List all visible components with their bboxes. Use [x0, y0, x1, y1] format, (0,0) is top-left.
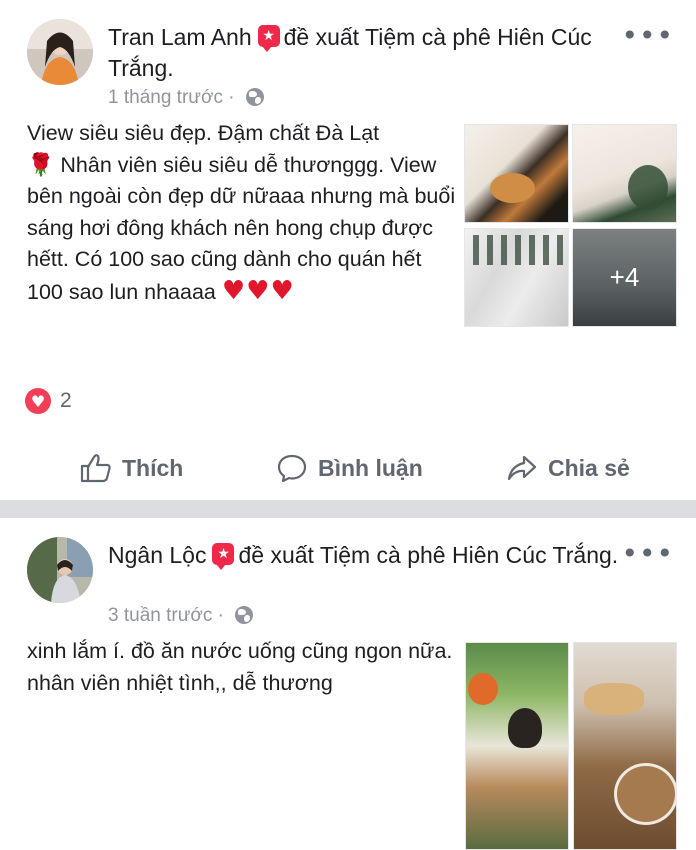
globe-icon: [245, 88, 264, 106]
author-name[interactable]: Tran Lam Anh: [108, 24, 252, 50]
comment-button[interactable]: Bình luận: [276, 446, 423, 490]
meta-separator: ·: [217, 605, 224, 626]
review-post-1: Tran Lam Anhđề xuất Tiệm cà phê Hiên Cúc…: [0, 0, 696, 500]
more-options-button[interactable]: •••: [621, 22, 674, 50]
heart-reaction-icon: [25, 388, 51, 414]
post-meta: 3 tuần trước ·: [108, 604, 254, 628]
recommend-badge-icon: [257, 25, 280, 52]
post-header: Tran Lam Anhđề xuất Tiệm cà phê Hiên Cúc…: [108, 22, 638, 84]
comment-bubble-icon: [277, 454, 307, 483]
post-actions: Thích Bình luận Chia sẻ: [0, 446, 696, 490]
post-time[interactable]: 1 tháng trước: [108, 87, 223, 108]
hearts-emoji: ♥♥♥: [221, 275, 295, 306]
post-meta: 1 tháng trước ·: [108, 86, 264, 110]
reactions-summary[interactable]: 2: [25, 388, 72, 414]
photo-thumbnail[interactable]: [465, 642, 569, 850]
post-divider: [0, 500, 696, 518]
review-text-part-1: View siêu siêu đẹp. Đậm chất Đà Lạt: [27, 121, 380, 145]
photo-thumbnail[interactable]: [573, 642, 677, 850]
rose-emoji: 🌹: [27, 152, 55, 178]
photo-grid: [465, 642, 677, 850]
photo-grid: +4: [464, 124, 677, 327]
author-name[interactable]: Ngân Lộc: [108, 542, 206, 568]
avatar[interactable]: [27, 537, 93, 603]
comment-label: Bình luận: [318, 454, 423, 481]
avatar[interactable]: [27, 19, 93, 85]
like-button[interactable]: Thích: [80, 446, 183, 490]
review-post-2: Ngân Lộc đề xuất Tiệm cà phê Hiên Cúc Trắ…: [0, 518, 696, 850]
review-text: View siêu siêu đẹp. Đậm chất Đà Lạt 🌹 Nh…: [27, 118, 457, 308]
recommend-badge-icon: [212, 543, 235, 570]
share-arrow-icon: [507, 455, 537, 481]
meta-separator: ·: [228, 87, 235, 108]
more-options-button[interactable]: •••: [621, 540, 674, 568]
thumbs-up-icon: [80, 454, 111, 483]
more-photos-count[interactable]: +4: [572, 228, 677, 327]
post-time[interactable]: 3 tuần trước: [108, 605, 212, 626]
photo-thumbnail[interactable]: [464, 228, 569, 327]
photo-thumbnail[interactable]: [464, 124, 569, 223]
share-button[interactable]: Chia sẻ: [506, 446, 630, 490]
photo-thumbnail[interactable]: [572, 124, 677, 223]
post-header: Ngân Lộc đề xuất Tiệm cà phê Hiên Cúc Trắ…: [108, 540, 638, 571]
globe-icon: [235, 606, 254, 624]
reaction-count: 2: [60, 389, 72, 412]
review-text: xinh lắm í. đồ ăn nước uống cũng ngon nữ…: [27, 639, 453, 695]
share-label: Chia sẻ: [548, 454, 630, 481]
recommend-text: đề xuất Tiệm cà phê Hiên Cúc Trắng.: [238, 542, 619, 568]
like-label: Thích: [122, 454, 184, 481]
